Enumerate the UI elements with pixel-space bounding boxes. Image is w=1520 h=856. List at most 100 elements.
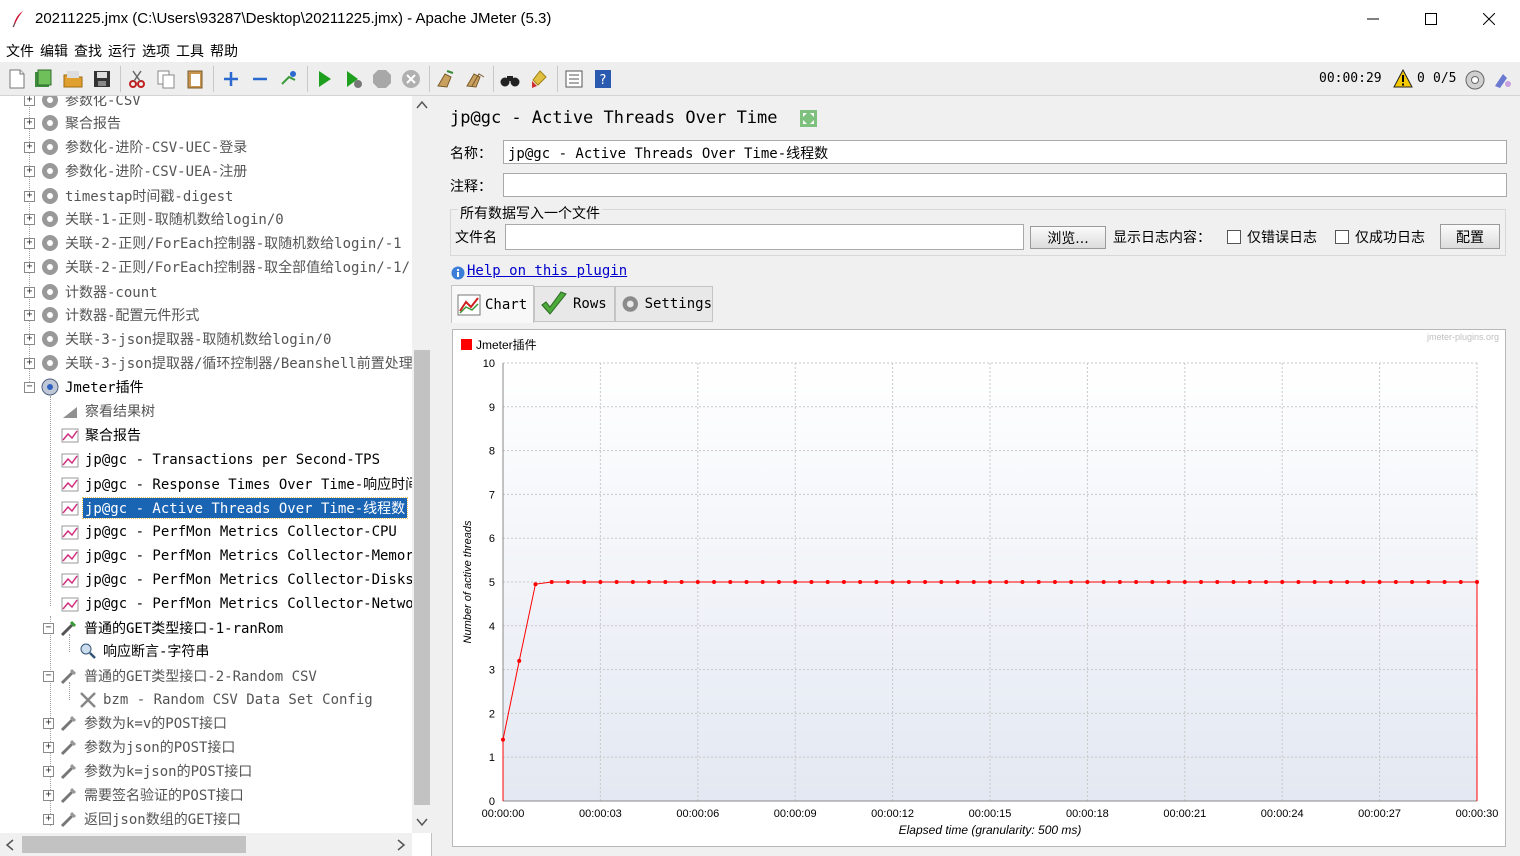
tab-settings[interactable]: Settings (615, 286, 713, 322)
menu-run[interactable]: 运行 (106, 38, 139, 62)
comment-field[interactable] (503, 173, 1507, 197)
menu-search[interactable]: 查找 (72, 38, 105, 62)
collapse-toggle[interactable]: − (24, 381, 35, 393)
tree-item[interactable]: + 参数化-进阶-CSV-UEC-登录 (24, 136, 249, 158)
tree-item-perfmon-memory[interactable]: jp@gc - PerfMon Metrics Collector-Memory (60, 545, 412, 567)
tree-item[interactable]: + 关联-3-json提取器-取随机数给login/0 (24, 328, 333, 350)
tree-horizontal-scrollbar[interactable] (0, 833, 412, 856)
expand-toggle[interactable]: + (24, 261, 35, 273)
menu-help[interactable]: 帮助 (208, 38, 241, 62)
tree-item-get-api-2[interactable]: − 普通的GET类型接口-2-Random CSV (43, 665, 319, 687)
expand-toggle[interactable]: + (24, 141, 35, 153)
tree-item[interactable]: + 关联-1-正则-取随机数给login/0 (24, 208, 286, 230)
open-icon[interactable] (62, 68, 84, 90)
minimize-button[interactable] (1344, 0, 1402, 38)
tree-item-response-times[interactable]: jp@gc - Response Times Over Time-响应时间 (60, 473, 412, 495)
shutdown-icon[interactable] (400, 68, 422, 90)
tree-item-get-json-array[interactable]: + 返回json数组的GET接口 (43, 808, 243, 830)
start-icon[interactable] (313, 68, 335, 90)
close-button[interactable] (1460, 0, 1518, 38)
clear-all-icon[interactable] (464, 68, 486, 90)
tree-item[interactable]: + 关联-2-正则/ForEach控制器-取随机数给login/-1 (24, 232, 404, 254)
expand-toggle[interactable]: + (24, 117, 35, 129)
expand-toggle[interactable]: + (24, 309, 35, 321)
expand-toggle[interactable]: + (24, 96, 35, 106)
tree-item-perfmon-network[interactable]: jp@gc - PerfMon Metrics Collector-Networ… (60, 593, 412, 615)
maximize-panel-icon[interactable] (799, 109, 818, 128)
menu-edit[interactable]: 编辑 (38, 38, 71, 62)
tab-chart[interactable]: Chart (451, 285, 534, 323)
copy-icon[interactable] (155, 68, 177, 90)
tree-item-csv-param[interactable]: + 参数化-CSV (24, 96, 143, 111)
tree-item-jmeter-plugins[interactable]: − Jmeter插件 (24, 376, 146, 398)
cut-icon[interactable] (126, 68, 148, 90)
menu-options[interactable]: 选项 (140, 38, 173, 62)
templates-icon[interactable] (32, 68, 54, 90)
help-plugin-link[interactable]: Help on this plugin (467, 263, 627, 279)
tree-item-post-kjson[interactable]: + 参数为k=json的POST接口 (43, 760, 254, 782)
tab-rows[interactable]: Rows (534, 286, 615, 322)
expand-toggle[interactable]: + (24, 237, 35, 249)
errors-only-checkbox[interactable] (1227, 230, 1241, 244)
toggle-icon[interactable] (278, 68, 300, 90)
tree-item-post-signed[interactable]: + 需要签名验证的POST接口 (43, 784, 246, 806)
paste-icon[interactable] (184, 68, 206, 90)
tree-item-perfmon-cpu[interactable]: jp@gc - PerfMon Metrics Collector-CPU (60, 521, 399, 543)
expand-toggle[interactable]: + (24, 213, 35, 225)
scroll-left-arrow-icon[interactable] (5, 839, 15, 851)
tree-item[interactable]: + 计数器-配置元件形式 (24, 304, 201, 326)
scroll-right-arrow-icon[interactable] (396, 839, 406, 851)
tree-vertical-scrollbar[interactable] (412, 96, 432, 833)
expand-toggle[interactable]: + (43, 813, 54, 825)
start-no-pauses-icon[interactable] (342, 68, 364, 90)
menu-file[interactable]: 文件 (4, 38, 37, 62)
log-viewer-icon[interactable] (1492, 69, 1514, 91)
expand-toggle[interactable]: + (43, 789, 54, 801)
tree-item[interactable]: + 聚合报告 (24, 112, 123, 134)
menu-tools[interactable]: 工具 (174, 38, 207, 62)
tree-item-active-threads[interactable]: jp@gc - Active Threads Over Time-线程数 (60, 497, 409, 519)
collapse-toggle[interactable]: − (43, 670, 54, 682)
search-binoculars-icon[interactable] (499, 68, 521, 90)
reset-search-icon[interactable] (528, 68, 550, 90)
clear-icon[interactable] (435, 68, 457, 90)
maximize-button[interactable] (1402, 0, 1460, 38)
tree-item[interactable]: + timestap时间戳-digest (24, 185, 235, 207)
tree-item[interactable]: + 关联-2-正则/ForEach控制器-取全部值给login/-1/ (24, 256, 412, 278)
configure-button[interactable]: 配置 (1440, 224, 1500, 249)
save-icon[interactable] (91, 68, 113, 90)
expand-toggle[interactable]: + (43, 765, 54, 777)
expand-toggle[interactable]: + (24, 333, 35, 345)
tree-item-assertion[interactable]: 响应断言-字符串 (78, 640, 211, 662)
function-helper-icon[interactable] (563, 68, 585, 90)
tree-item-perfmon-disks[interactable]: jp@gc - PerfMon Metrics Collector-Disks (60, 569, 412, 591)
expand-all-icon[interactable] (220, 68, 242, 90)
tree-item-get-api-1[interactable]: − 普通的GET类型接口-1-ranRom (43, 617, 285, 639)
tree-item-random-csv[interactable]: bzm - Random CSV Data Set Config (78, 689, 375, 711)
stop-icon[interactable] (371, 68, 393, 90)
tree-item-post-json[interactable]: + 参数为json的POST接口 (43, 736, 237, 758)
tree-item[interactable]: + 参数化-进阶-CSV-UEA-注册 (24, 160, 249, 182)
expand-toggle[interactable]: + (24, 165, 35, 177)
help-icon[interactable]: ? (592, 68, 614, 90)
tree-item-view-results[interactable]: 察看结果树 (60, 400, 157, 422)
tree-item-post-kv[interactable]: + 参数为k=v的POST接口 (43, 712, 229, 734)
expand-toggle[interactable]: + (43, 741, 54, 753)
tree-item-aggregate-report[interactable]: 聚合报告 (60, 424, 143, 446)
tree-item-tps[interactable]: jp@gc - Transactions per Second-TPS (60, 449, 382, 471)
success-only-checkbox[interactable] (1335, 230, 1349, 244)
expand-toggle[interactable]: + (24, 357, 35, 369)
filename-field[interactable] (505, 224, 1024, 250)
tree-vertical-scroll-thumb[interactable] (414, 350, 430, 805)
scroll-down-arrow-icon[interactable] (416, 817, 428, 827)
expand-toggle[interactable]: + (43, 717, 54, 729)
tree-horizontal-scroll-thumb[interactable] (22, 836, 246, 853)
tree-item[interactable]: + 关联-3-json提取器/循环控制器/Beanshell前置处理 (24, 352, 412, 374)
new-file-icon[interactable] (6, 68, 28, 90)
tree-item[interactable]: + 计数器-count (24, 281, 160, 303)
name-field[interactable]: jp@gc - Active Threads Over Time-线程数 (503, 140, 1507, 164)
collapse-all-icon[interactable] (249, 68, 271, 90)
expand-toggle[interactable]: + (24, 286, 35, 298)
collapse-toggle[interactable]: − (43, 622, 54, 634)
scroll-up-arrow-icon[interactable] (416, 100, 428, 110)
